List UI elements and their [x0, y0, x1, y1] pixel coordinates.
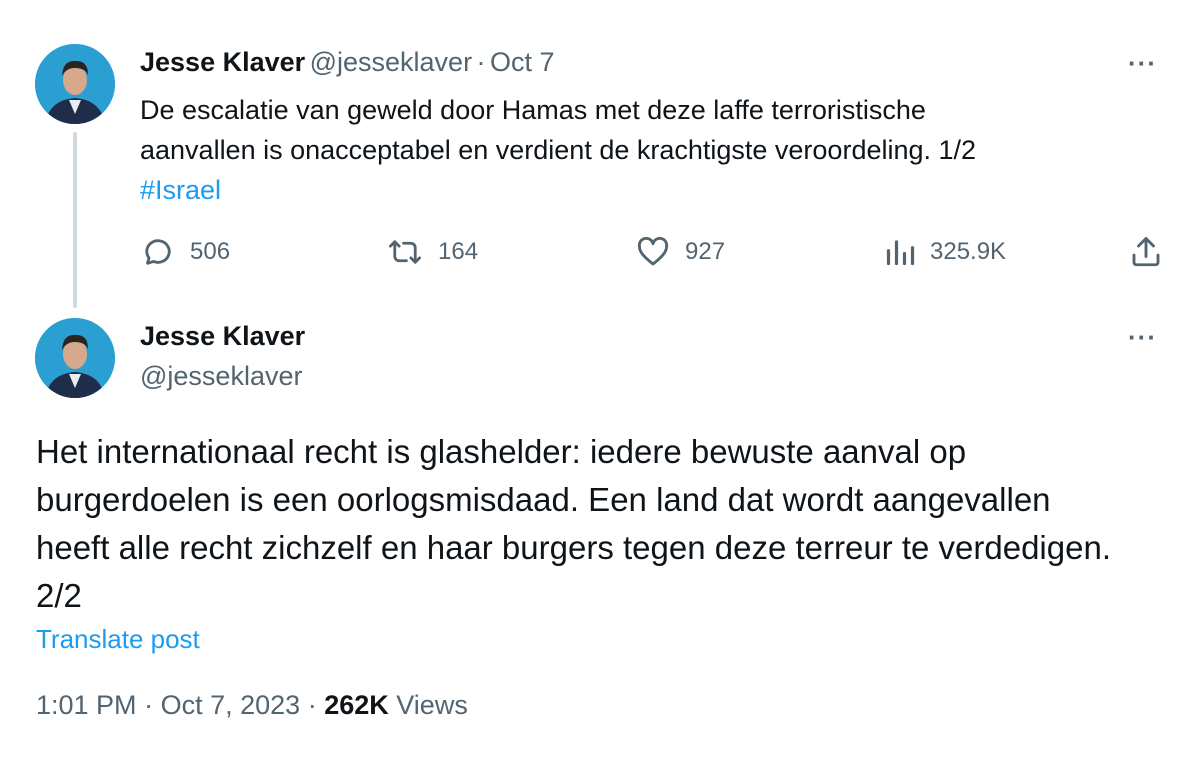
tweet1-text: De escalatie van geweld door Hamas met d… — [140, 90, 1150, 210]
tweet1-header: Jesse Klaver @jesseklaver · Oct 7 — [140, 47, 555, 78]
views-icon — [884, 234, 916, 270]
reply-button[interactable]: 506 — [140, 232, 230, 272]
timestamp[interactable]: Oct 7 — [490, 47, 555, 77]
like-button[interactable]: 927 — [635, 232, 725, 272]
handle[interactable]: @jesseklaver — [310, 47, 472, 77]
avatar[interactable] — [35, 44, 115, 124]
tweet-text-line: burgerdoelen is een oorlogsmisdaad. Een … — [36, 481, 1051, 518]
tweet-text-line: De escalatie van geweld door Hamas met d… — [140, 95, 926, 125]
like-icon — [635, 234, 671, 270]
share-button[interactable] — [1128, 232, 1164, 272]
post-time[interactable]: 1:01 PM — [36, 690, 137, 720]
repost-icon — [386, 234, 424, 270]
repost-count: 164 — [438, 238, 479, 265]
tweet-text-line: Het internationaal recht is glashelder: … — [36, 433, 967, 470]
display-name[interactable]: Jesse Klaver — [140, 47, 305, 77]
reply-count: 506 — [190, 238, 231, 265]
reply-icon — [140, 234, 176, 270]
separator: · — [144, 690, 154, 720]
separator: · — [307, 690, 317, 720]
display-name[interactable]: Jesse Klaver — [140, 321, 305, 352]
tweet-metadata: 1:01 PM · Oct 7, 2023 · 262K Views — [36, 690, 468, 721]
views-count: 325.9K — [930, 238, 1007, 265]
tweet-text-line: 2/2 — [36, 577, 82, 614]
post-date[interactable]: Oct 7, 2023 — [161, 690, 301, 720]
repost-button[interactable]: 164 — [386, 232, 478, 272]
tweet-text-line: heeft alle recht zichzelf en haar burger… — [36, 529, 1111, 566]
translate-post-link[interactable]: Translate post — [36, 624, 200, 655]
separator: · — [476, 47, 486, 77]
share-icon — [1128, 234, 1164, 270]
avatar[interactable] — [35, 318, 115, 398]
more-icon[interactable]: ··· — [1128, 322, 1157, 353]
tweet-text-line: aanvallen is onacceptabel en verdient de… — [140, 135, 977, 165]
like-count: 927 — [685, 238, 726, 265]
handle[interactable]: @jesseklaver — [140, 361, 302, 392]
tweet2-text: Het internationaal recht is glashelder: … — [36, 428, 1176, 620]
views-label: Views — [396, 690, 468, 720]
views-total: 262K — [324, 690, 389, 720]
views-button[interactable]: 325.9K — [884, 232, 1006, 272]
hashtag-link[interactable]: #Israel — [140, 170, 1150, 210]
more-icon[interactable]: ··· — [1128, 48, 1157, 79]
thread-line — [73, 132, 77, 308]
